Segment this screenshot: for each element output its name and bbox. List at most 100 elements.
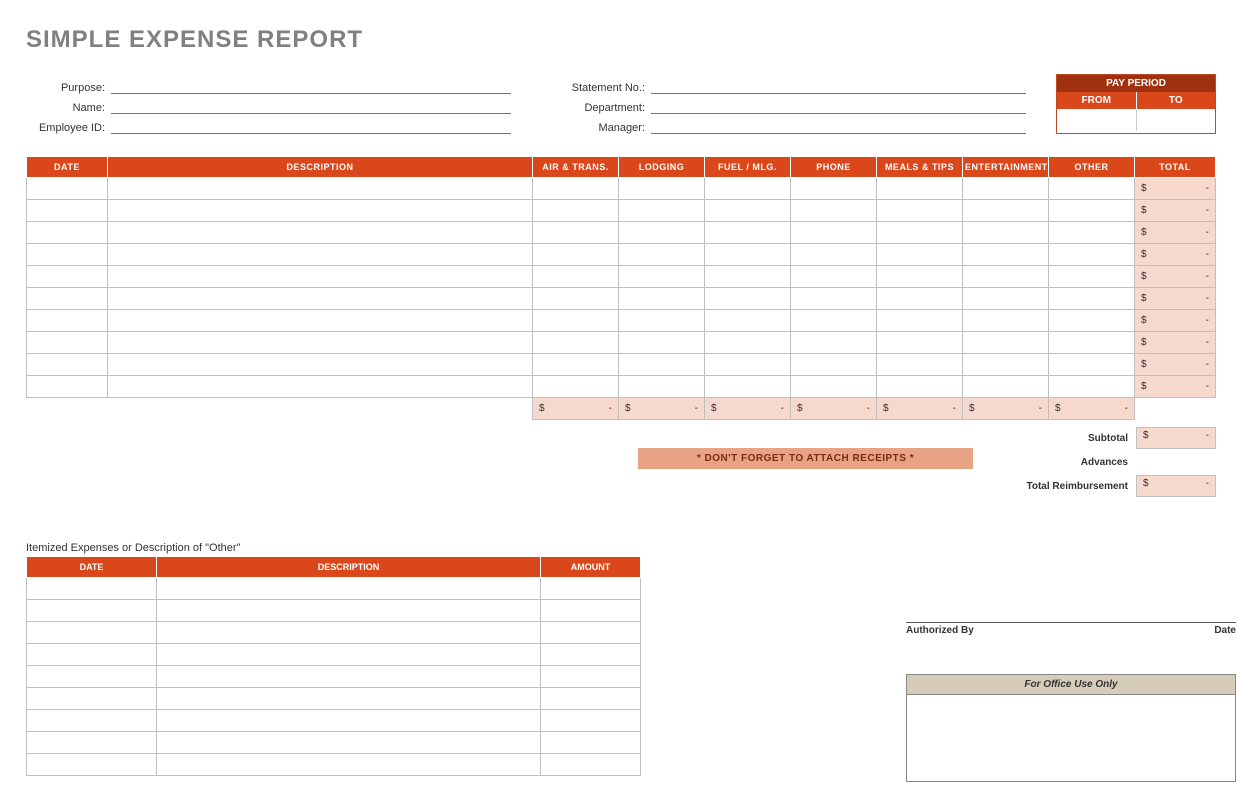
cell[interactable]	[790, 310, 876, 332]
itemized-cell[interactable]	[27, 644, 157, 666]
cell[interactable]	[704, 178, 790, 200]
input-manager[interactable]	[651, 116, 1026, 134]
cell[interactable]	[1048, 376, 1134, 398]
itemized-cell[interactable]	[541, 754, 641, 776]
itemized-cell[interactable]	[541, 666, 641, 688]
input-statement-no[interactable]	[651, 76, 1026, 94]
pay-period-to-input[interactable]	[1137, 109, 1216, 131]
itemized-cell[interactable]	[157, 688, 541, 710]
input-department[interactable]	[651, 96, 1026, 114]
cell[interactable]	[532, 266, 618, 288]
cell[interactable]	[1048, 288, 1134, 310]
cell[interactable]	[532, 244, 618, 266]
cell[interactable]	[790, 354, 876, 376]
itemized-cell[interactable]	[157, 578, 541, 600]
itemized-cell[interactable]	[157, 732, 541, 754]
cell[interactable]	[962, 200, 1048, 222]
cell[interactable]	[532, 222, 618, 244]
cell[interactable]	[618, 200, 704, 222]
cell[interactable]	[876, 288, 962, 310]
cell[interactable]	[962, 288, 1048, 310]
cell[interactable]	[876, 178, 962, 200]
itemized-cell[interactable]	[541, 600, 641, 622]
office-use-body[interactable]	[907, 695, 1235, 781]
itemized-cell[interactable]	[157, 600, 541, 622]
cell[interactable]	[962, 266, 1048, 288]
cell[interactable]	[1048, 178, 1134, 200]
cell[interactable]	[704, 288, 790, 310]
input-name[interactable]	[111, 96, 511, 114]
cell[interactable]	[790, 200, 876, 222]
cell[interactable]	[704, 200, 790, 222]
cell[interactable]	[1048, 332, 1134, 354]
advances-value[interactable]	[1136, 451, 1216, 473]
cell[interactable]	[876, 222, 962, 244]
input-employee-id[interactable]	[111, 116, 511, 134]
cell[interactable]	[532, 354, 618, 376]
cell[interactable]	[27, 310, 108, 332]
cell[interactable]	[790, 332, 876, 354]
cell[interactable]	[107, 332, 532, 354]
cell[interactable]	[27, 244, 108, 266]
itemized-cell[interactable]	[157, 666, 541, 688]
cell[interactable]	[618, 288, 704, 310]
cell[interactable]	[790, 222, 876, 244]
cell[interactable]	[532, 178, 618, 200]
cell[interactable]	[704, 266, 790, 288]
cell[interactable]	[532, 200, 618, 222]
cell[interactable]	[27, 200, 108, 222]
cell[interactable]	[27, 288, 108, 310]
cell[interactable]	[704, 354, 790, 376]
cell[interactable]	[1048, 222, 1134, 244]
itemized-cell[interactable]	[541, 622, 641, 644]
cell[interactable]	[107, 178, 532, 200]
cell[interactable]	[107, 222, 532, 244]
cell[interactable]	[704, 310, 790, 332]
cell[interactable]	[1048, 310, 1134, 332]
cell[interactable]	[27, 222, 108, 244]
cell[interactable]	[107, 266, 532, 288]
cell[interactable]	[618, 332, 704, 354]
cell[interactable]	[27, 266, 108, 288]
cell[interactable]	[790, 266, 876, 288]
itemized-cell[interactable]	[157, 644, 541, 666]
cell[interactable]	[790, 244, 876, 266]
cell[interactable]	[107, 376, 532, 398]
cell[interactable]	[1048, 244, 1134, 266]
cell[interactable]	[618, 222, 704, 244]
cell[interactable]	[532, 376, 618, 398]
cell[interactable]	[1048, 354, 1134, 376]
input-purpose[interactable]	[111, 76, 511, 94]
cell[interactable]	[876, 200, 962, 222]
cell[interactable]	[1048, 200, 1134, 222]
cell[interactable]	[704, 332, 790, 354]
itemized-cell[interactable]	[27, 754, 157, 776]
itemized-cell[interactable]	[27, 666, 157, 688]
itemized-cell[interactable]	[541, 688, 641, 710]
itemized-cell[interactable]	[157, 754, 541, 776]
cell[interactable]	[618, 354, 704, 376]
cell[interactable]	[876, 376, 962, 398]
cell[interactable]	[704, 244, 790, 266]
cell[interactable]	[618, 178, 704, 200]
cell[interactable]	[27, 376, 108, 398]
cell[interactable]	[790, 288, 876, 310]
cell[interactable]	[27, 354, 108, 376]
cell[interactable]	[532, 332, 618, 354]
cell[interactable]	[27, 178, 108, 200]
cell[interactable]	[962, 222, 1048, 244]
cell[interactable]	[704, 222, 790, 244]
itemized-cell[interactable]	[27, 600, 157, 622]
cell[interactable]	[107, 354, 532, 376]
cell[interactable]	[618, 310, 704, 332]
cell[interactable]	[962, 332, 1048, 354]
cell[interactable]	[962, 376, 1048, 398]
itemized-cell[interactable]	[27, 710, 157, 732]
cell[interactable]	[107, 310, 532, 332]
cell[interactable]	[1048, 266, 1134, 288]
cell[interactable]	[962, 310, 1048, 332]
itemized-cell[interactable]	[27, 578, 157, 600]
cell[interactable]	[618, 244, 704, 266]
cell[interactable]	[962, 244, 1048, 266]
cell[interactable]	[876, 244, 962, 266]
